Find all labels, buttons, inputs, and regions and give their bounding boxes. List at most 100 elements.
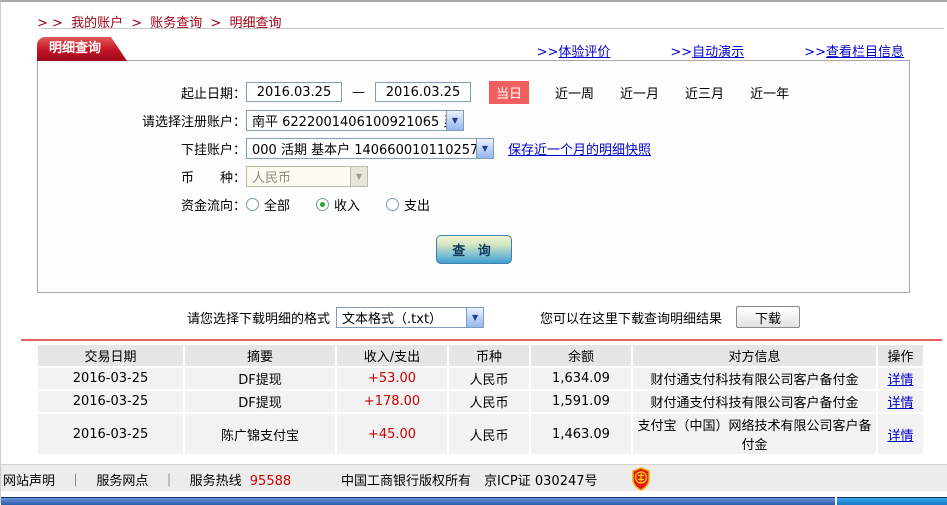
save-snapshot-link[interactable]: 保存近一个月的明细快照 — [508, 139, 651, 158]
table-row: 2016-03-25 DF提现 +178.00 人民币 1,591.09 财付通… — [38, 391, 923, 412]
registered-account-value: 南平 6222001406100921065 灵通卡 — [252, 114, 446, 130]
download-hint: 您可以在这里下载查询明细结果 — [540, 311, 723, 327]
cell-currency: 人民币 — [449, 368, 529, 389]
dropdown-arrow-icon[interactable]: ▼ — [476, 138, 493, 158]
download-row: 请您选择下载明细的格式 文本格式（.txt） ▼ 您可以在这里下载查询明细结果 … — [1, 305, 947, 329]
date-range-label: 起止日期： — [180, 86, 246, 102]
header-action: 操作 — [878, 345, 923, 366]
link-label: 查看栏目信息 — [825, 45, 904, 60]
header-counterparty: 对方信息 — [633, 345, 876, 366]
tab-row: 明细查询 >>体验评价 >>自动演示 >>查看栏目信息 — [37, 35, 910, 60]
cell-date: 2016-03-25 — [38, 414, 183, 454]
range-last-month[interactable]: 近一月 — [620, 83, 659, 102]
header-amount: 收入/支出 — [337, 345, 447, 366]
registered-account-label: 请选择注册账户： — [141, 114, 246, 130]
date-range-row: 起止日期： — 当日 近一周 近一月 近三月 近一年 — [38, 80, 909, 104]
cell-amount: +178.00 — [337, 391, 447, 412]
table-header-row: 交易日期 摘要 收入/支出 币种 余额 对方信息 操作 — [38, 345, 923, 366]
cell-summary: DF提现 — [185, 368, 335, 389]
cell-summary: DF提现 — [185, 391, 335, 412]
breadcrumb-item-detail-query[interactable]: 明细查询 — [229, 16, 281, 31]
radio-checked-icon[interactable] — [316, 197, 330, 211]
link-label: 自动演示 — [692, 45, 745, 60]
transactions-table: 交易日期 摘要 收入/支出 币种 余额 对方信息 操作 2016-03-25 D… — [36, 343, 925, 456]
footer-separator: ｜ — [69, 474, 83, 489]
footer-links: 网站声明 ｜ 服务网点 ｜ 服务热线 95588 — [3, 470, 291, 489]
link-arrows: >> — [670, 45, 693, 60]
cell-balance: 1,463.09 — [531, 414, 631, 454]
flow-option-expense[interactable]: 支出 — [386, 195, 430, 214]
security-badge-icon[interactable] — [631, 467, 651, 495]
query-button[interactable]: 查 询 — [435, 235, 512, 264]
currency-row: 币 种： 人民币 ▼ — [38, 165, 909, 187]
radio-icon[interactable] — [386, 197, 400, 211]
cell-amount: +53.00 — [337, 368, 447, 389]
link-view-column-info[interactable]: >>查看栏目信息 — [804, 41, 904, 60]
header-balance: 余额 — [531, 345, 631, 366]
footer-separator: ｜ — [162, 474, 176, 489]
currency-select-disabled: 人民币 ▼ — [246, 165, 368, 187]
detail-link[interactable]: 详情 — [887, 373, 913, 388]
dropdown-arrow-icon[interactable]: ▼ — [446, 110, 463, 130]
bottom-bar-left — [1, 497, 835, 505]
query-form-panel: 起止日期： — 当日 近一周 近一月 近三月 近一年 请选择注册账户： 南平 6… — [37, 60, 910, 293]
query-button-row: 查 询 — [38, 235, 909, 264]
dropdown-arrow-icon[interactable]: ▼ — [466, 307, 484, 327]
header-currency: 币种 — [449, 345, 529, 366]
header-summary: 摘要 — [185, 345, 335, 366]
flow-option-all[interactable]: 全部 — [246, 195, 290, 214]
registered-account-select[interactable]: 南平 6222001406100921065 灵通卡 ▼ — [246, 109, 464, 131]
cell-date: 2016-03-25 — [38, 368, 183, 389]
flow-option-expense-label: 支出 — [404, 198, 431, 214]
range-last-week[interactable]: 近一周 — [555, 83, 594, 102]
link-arrows: >> — [804, 45, 826, 60]
range-last-year[interactable]: 近一年 — [750, 83, 789, 102]
fund-flow-row: 资金流向： 全部 收入 支出 — [38, 193, 909, 215]
today-button[interactable]: 当日 — [489, 80, 530, 104]
tab-detail-query[interactable]: 明细查询 — [37, 37, 127, 61]
download-button[interactable]: 下载 — [736, 306, 801, 328]
cell-balance: 1,634.09 — [531, 368, 631, 389]
breadcrumb-item-my-account[interactable]: 我的账户 — [71, 16, 123, 31]
cell-summary: 陈广锦支付宝 — [185, 414, 335, 454]
cell-counterparty: 支付宝（中国）网络技术有限公司客户备付金 — [633, 414, 876, 454]
table-top-divider — [21, 339, 942, 341]
header-date: 交易日期 — [38, 345, 183, 366]
breadcrumb-item-account-query[interactable]: 账务查询 — [150, 16, 202, 31]
bottom-bar-right — [837, 497, 947, 505]
link-experience-review[interactable]: >>体验评价 — [537, 41, 611, 60]
flow-option-income[interactable]: 收入 — [316, 195, 360, 214]
date-from-input[interactable] — [246, 82, 342, 102]
detail-link[interactable]: 详情 — [887, 396, 913, 411]
registered-account-row: 请选择注册账户： 南平 6222001406100921065 灵通卡 ▼ — [38, 109, 909, 131]
table-row: 2016-03-25 DF提现 +53.00 人民币 1,634.09 财付通支… — [38, 368, 923, 389]
date-to-input[interactable] — [375, 82, 471, 102]
link-auto-demo[interactable]: >>自动演示 — [670, 41, 744, 60]
footer: 网站声明 ｜ 服务网点 ｜ 服务热线 95588 中国工商银行版权所有 京ICP… — [1, 464, 947, 491]
breadcrumb-separator: > — [131, 16, 143, 31]
cell-counterparty: 财付通支付科技有限公司客户备付金 — [633, 368, 876, 389]
top-links: >>体验评价 >>自动演示 >>查看栏目信息 — [537, 41, 910, 60]
sub-account-value: 000 活期 基本户 1406600101102571848 — [252, 142, 476, 158]
flow-option-income-label: 收入 — [334, 198, 361, 214]
download-format-label: 请您选择下载明细的格式 — [187, 311, 331, 327]
dropdown-arrow-icon: ▼ — [350, 166, 367, 186]
radio-icon[interactable] — [246, 197, 259, 211]
date-dash: — — [352, 84, 365, 100]
currency-value: 人民币 — [252, 170, 292, 186]
footer-hotline-number: 95588 — [249, 474, 292, 489]
flow-option-all-label: 全部 — [264, 198, 291, 214]
download-format-select[interactable]: 文本格式（.txt） ▼ — [336, 306, 485, 328]
footer-link-site-statement[interactable]: 网站声明 — [3, 474, 55, 489]
breadcrumb-separator: > — [210, 16, 222, 31]
cell-currency: 人民币 — [449, 414, 529, 454]
cell-currency: 人民币 — [449, 391, 529, 412]
footer-copyright: 中国工商银行版权所有 京ICP证 030247号 — [341, 474, 598, 489]
range-last-3-months[interactable]: 近三月 — [685, 83, 724, 102]
detail-link[interactable]: 详情 — [887, 429, 913, 444]
link-arrows: >> — [536, 45, 559, 60]
footer-hotline-label: 服务热线 — [189, 474, 242, 489]
cell-balance: 1,591.09 — [531, 391, 631, 412]
sub-account-select[interactable]: 000 活期 基本户 1406600101102571848 ▼ — [246, 137, 494, 159]
footer-link-service-outlets[interactable]: 服务网点 — [96, 474, 148, 489]
